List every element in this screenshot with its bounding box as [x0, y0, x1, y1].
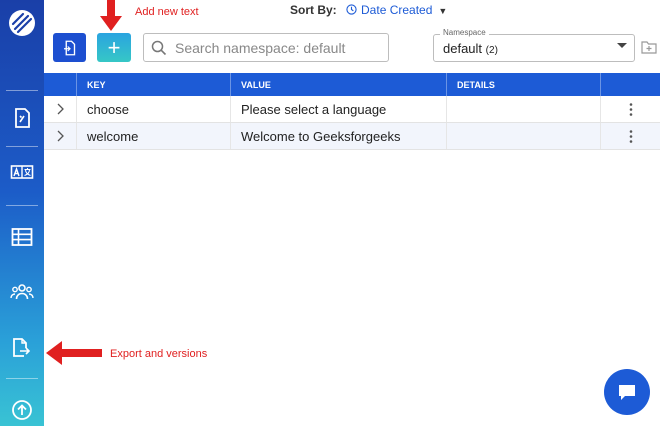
search-icon	[151, 40, 167, 55]
column-header-value[interactable]: VALUE	[231, 73, 447, 96]
export-icon	[13, 338, 31, 357]
cell-value[interactable]: Welcome to Geeksforgeeks	[231, 123, 447, 149]
sidebar-item-languages[interactable]	[0, 150, 44, 194]
cell-details	[447, 123, 601, 149]
search-box[interactable]	[143, 33, 389, 62]
row-menu-button[interactable]	[601, 96, 660, 122]
chat-icon	[619, 385, 635, 400]
annotation-arrow-left-icon	[46, 341, 102, 365]
cell-details	[447, 96, 601, 122]
sidebar-divider	[6, 205, 38, 206]
plus-icon: +	[107, 34, 121, 60]
expand-row-button[interactable]	[44, 123, 77, 149]
sidebar-divider	[6, 90, 38, 91]
more-vertical-icon	[629, 129, 632, 143]
sidebar-item-users[interactable]	[0, 270, 44, 314]
table-header: KEY VALUE DETAILS	[44, 73, 660, 96]
sidebar-item-upgrade[interactable]	[0, 388, 44, 432]
column-header-details[interactable]: DETAILS	[447, 73, 601, 96]
sidebar-divider	[6, 378, 38, 379]
cell-key: welcome	[77, 123, 231, 149]
sort-by-value: Date Created	[361, 3, 433, 17]
sidebar-item-table[interactable]	[0, 215, 44, 259]
annotation-add-new-text: Add new text	[135, 6, 199, 18]
translate-file-icon	[15, 108, 30, 128]
annotation-arrow-down-icon	[100, 0, 122, 31]
row-menu-button[interactable]	[601, 123, 660, 149]
sidebar-item-export[interactable]	[0, 326, 44, 370]
upgrade-arrow-icon	[12, 400, 32, 420]
caret-down-icon: ▼	[438, 6, 448, 16]
column-header-actions	[601, 73, 660, 96]
namespace-select[interactable]: Namespace default (2)	[433, 28, 635, 62]
caret-down-icon	[617, 43, 627, 48]
cell-value[interactable]: Please select a language	[231, 96, 447, 122]
sidebar	[0, 0, 44, 426]
sidebar-divider	[6, 146, 38, 147]
expand-row-button[interactable]	[44, 96, 77, 122]
import-button[interactable]	[53, 33, 86, 62]
cell-key: choose	[77, 96, 231, 122]
chevron-right-icon	[57, 130, 64, 142]
add-key-button[interactable]: +	[97, 33, 131, 62]
language-text-icon	[10, 165, 34, 179]
table-row[interactable]: welcome Welcome to Geeksforgeeks	[44, 123, 660, 150]
table-row[interactable]: choose Please select a language	[44, 96, 660, 123]
chat-button[interactable]	[604, 369, 650, 415]
translations-table: KEY VALUE DETAILS choose Please select a…	[44, 73, 660, 150]
add-folder-icon[interactable]	[641, 40, 657, 54]
table-icon	[11, 228, 33, 246]
namespace-value: default (2)	[443, 41, 498, 56]
sort-by-label: Sort By:	[290, 3, 337, 17]
namespace-label: Namespace	[440, 28, 489, 37]
users-icon	[10, 284, 34, 300]
clock-icon	[346, 4, 357, 15]
search-input[interactable]	[173, 38, 377, 57]
sidebar-item-translations[interactable]	[0, 96, 44, 140]
import-file-icon	[63, 40, 75, 55]
annotation-export-versions: Export and versions	[110, 348, 208, 360]
app-logo[interactable]	[6, 7, 38, 39]
chevron-right-icon	[57, 103, 64, 115]
column-header-key[interactable]: KEY	[77, 73, 231, 96]
column-header-expand	[44, 73, 77, 96]
sort-by-control[interactable]: Sort By: Date Created ▼	[290, 3, 447, 17]
more-vertical-icon	[629, 102, 632, 116]
